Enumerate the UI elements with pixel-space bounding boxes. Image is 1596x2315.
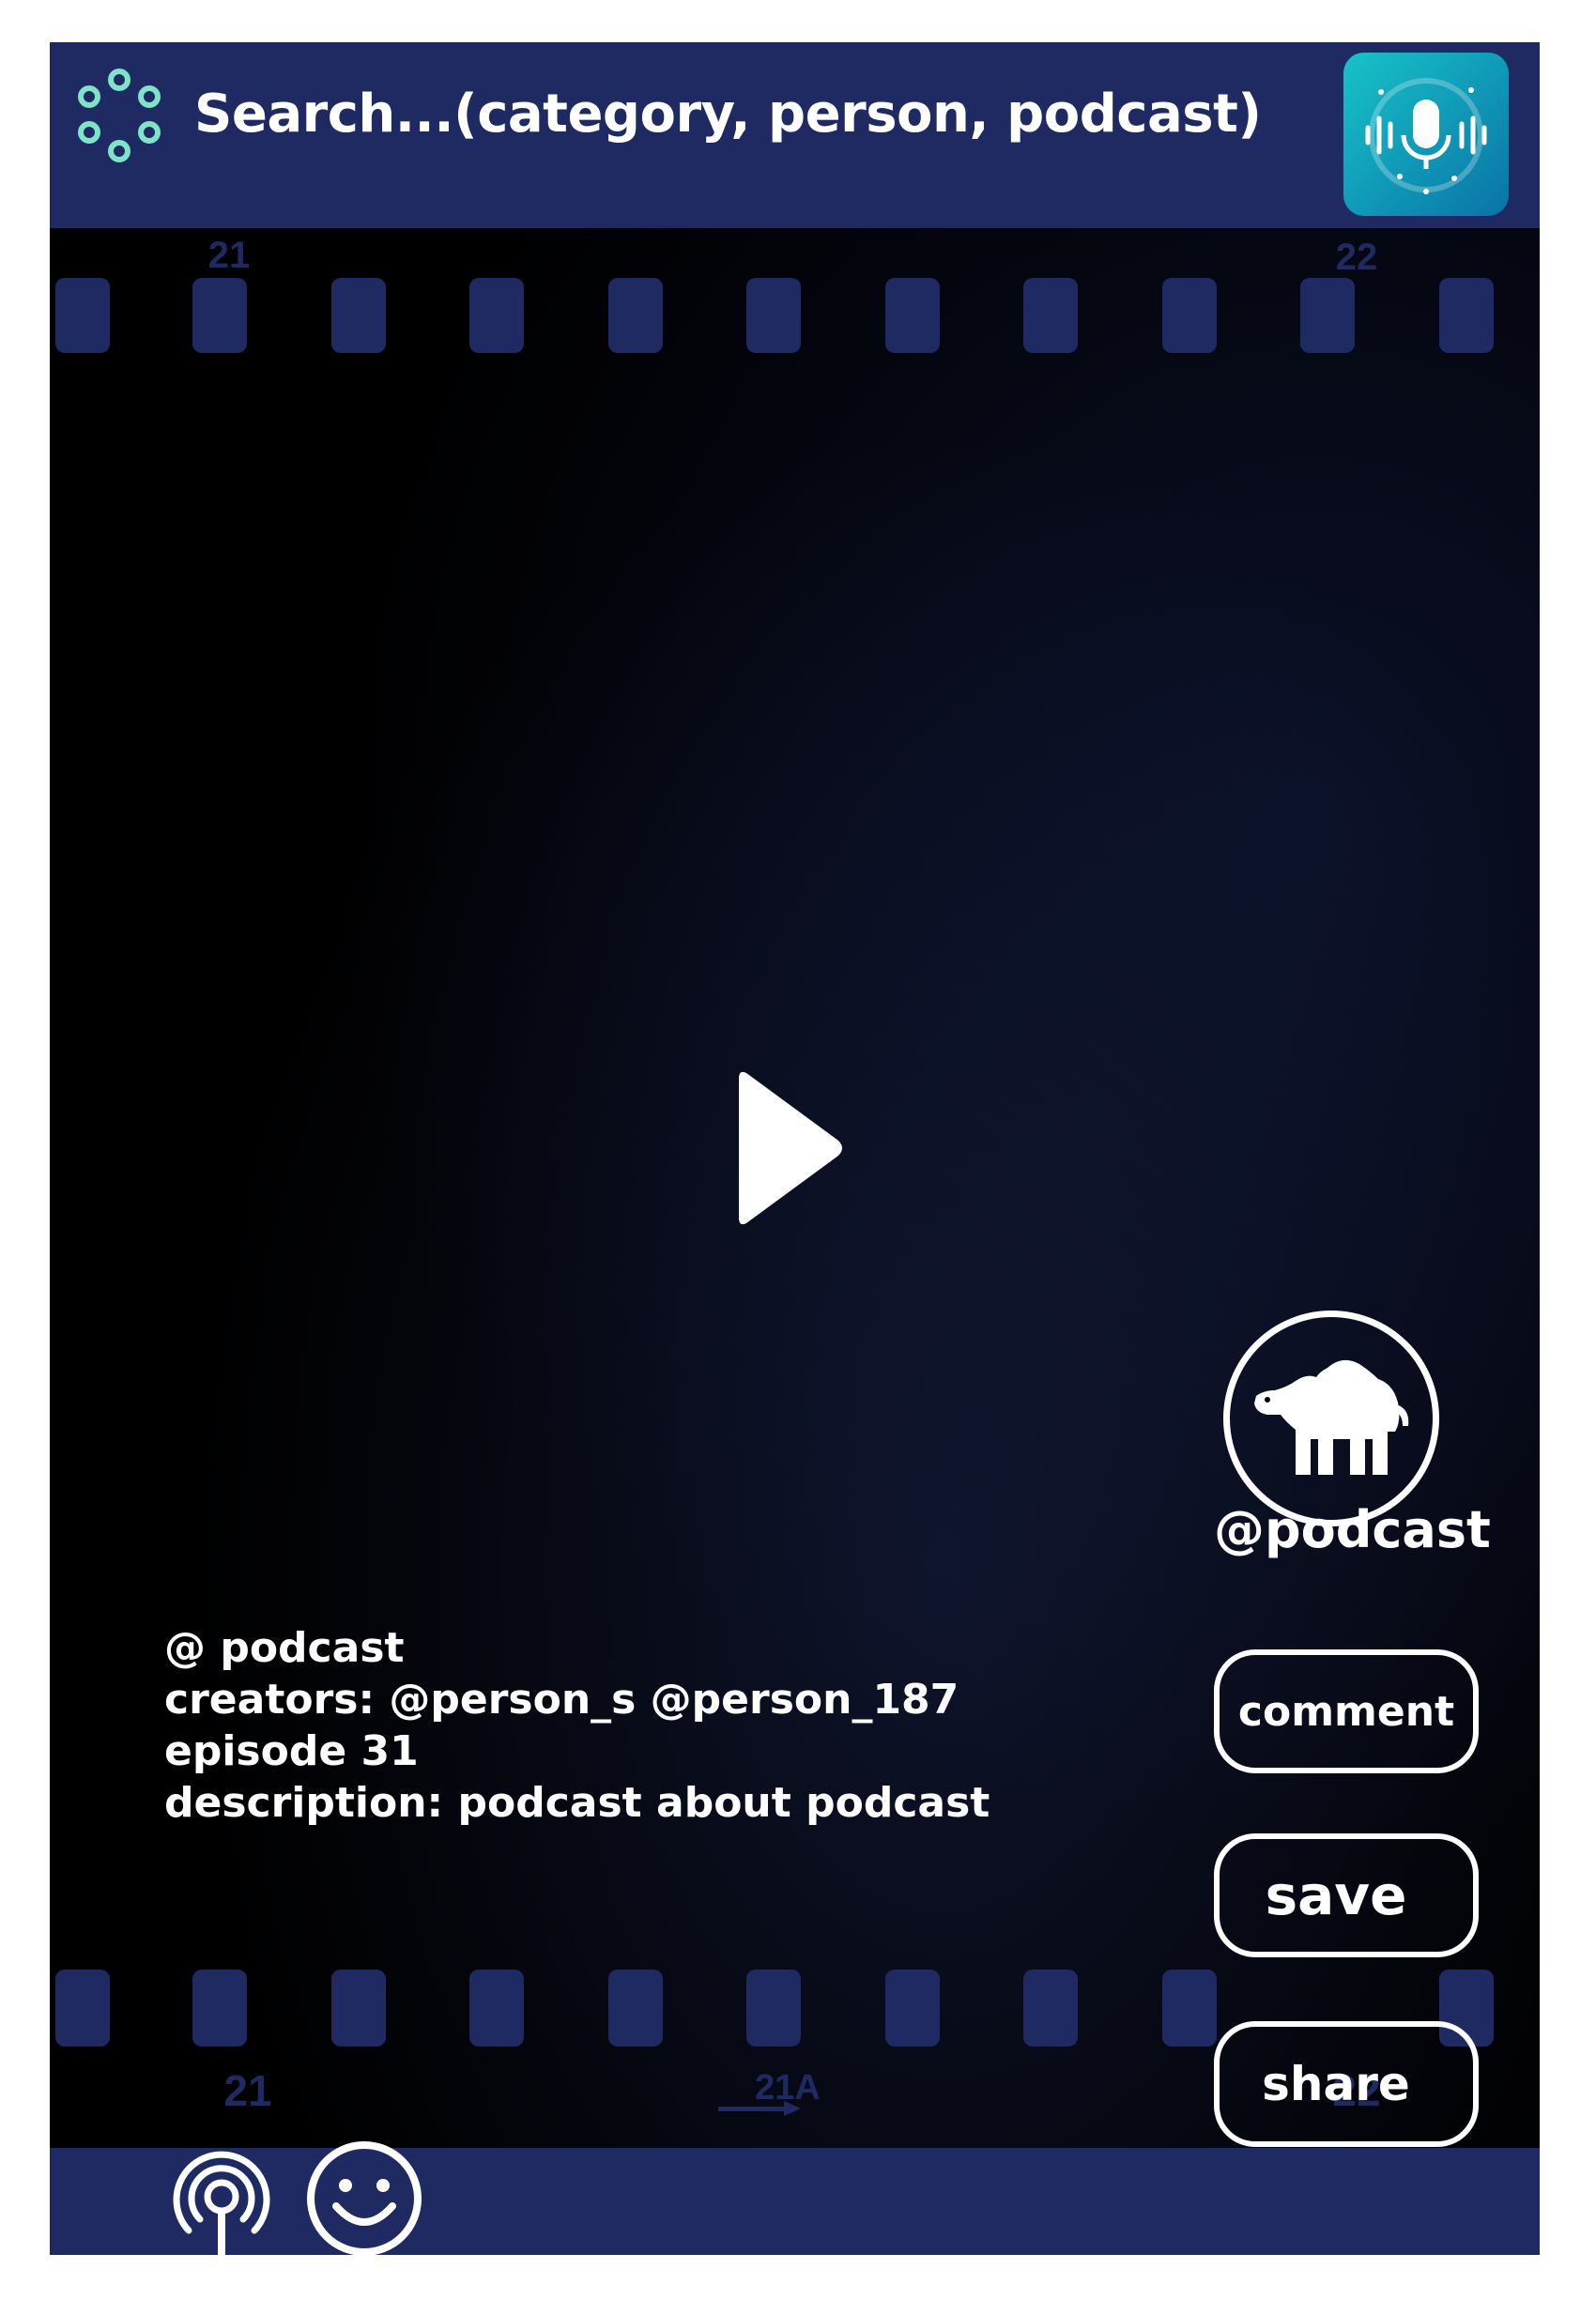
search-input[interactable]: Search...(category, person, podcast) bbox=[194, 84, 1262, 145]
episode-info: @ podcast creators: @person_s @person_18… bbox=[164, 1622, 990, 1829]
play-icon[interactable] bbox=[735, 1064, 848, 1233]
voice-search-button[interactable] bbox=[1343, 53, 1509, 216]
dots-circle-icon[interactable] bbox=[72, 69, 166, 172]
creators-line[interactable]: creators: @person_s @person_187 bbox=[164, 1674, 990, 1725]
film-frame-number: 21 bbox=[223, 2066, 271, 2115]
podcast-broadcast-icon[interactable] bbox=[161, 2140, 283, 2255]
camel-icon bbox=[1254, 1359, 1409, 1475]
creator-avatar[interactable] bbox=[1223, 1311, 1439, 1526]
episode-description: description: podcast about podcast bbox=[164, 1779, 990, 1827]
search-bar[interactable]: Search...(category, person, podcast) bbox=[50, 42, 1540, 228]
film-frame-number: 21A bbox=[755, 2068, 821, 2108]
comment-button[interactable]: comment bbox=[1214, 1649, 1479, 1773]
smiley-face-icon[interactable] bbox=[303, 2140, 425, 2255]
film-frame-number: 21 bbox=[208, 235, 251, 276]
share-button[interactable]: share bbox=[1214, 2021, 1479, 2147]
app-frame: Search...(category, person, podcast) 21 … bbox=[50, 42, 1540, 2255]
bottom-nav bbox=[50, 2141, 1540, 2255]
podcast-name[interactable]: @ podcast bbox=[164, 1622, 990, 1674]
voice-search-mic-icon bbox=[1365, 78, 1487, 194]
save-button[interactable]: save bbox=[1214, 1833, 1479, 1957]
creator-handle[interactable]: @podcast bbox=[1214, 1500, 1491, 1559]
episode-number: episode 31 bbox=[164, 1727, 419, 1775]
video-stage[interactable]: 21 22 21 21A 22 @podcast comment save sh… bbox=[50, 228, 1540, 2148]
film-frame-number: 22 bbox=[1336, 237, 1378, 278]
